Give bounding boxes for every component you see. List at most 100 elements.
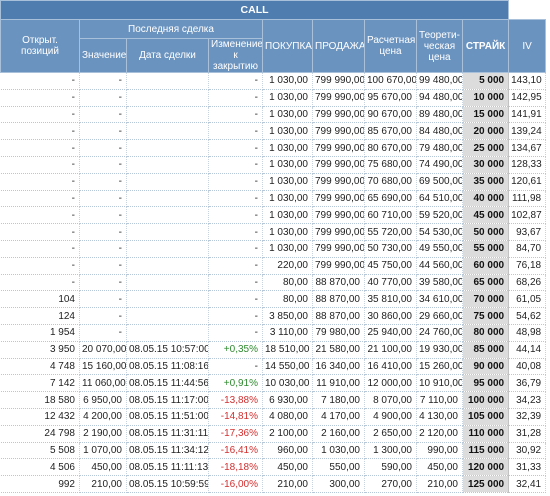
col-value[interactable]: Значение: [79, 38, 127, 73]
col-group-last-trade: Последняя сделка: [79, 19, 263, 39]
open-positions-cell: -: [0, 106, 80, 124]
buy-cell: 1 030,00: [262, 190, 313, 208]
table-row[interactable]: 12 432 4 200,00 08.05.15 11:51:00 -14,81% 4 …: [0, 408, 547, 426]
table-row[interactable]: ---1 030,00 799 990,00 75 680,00 74 490,00 3…: [0, 156, 547, 174]
iv-cell: 54,62: [508, 307, 547, 325]
last-value-cell: 11 060,00: [79, 374, 127, 393]
change-cell: +0,91%: [208, 374, 263, 393]
col-sell[interactable]: ПРОДАЖА: [312, 19, 365, 73]
open-positions-cell: -: [0, 257, 80, 275]
open-positions-cell: 7 142: [0, 374, 80, 393]
table-row[interactable]: ---1 030,00 799 990,00 60 710,00 59 520,00 4…: [0, 206, 547, 225]
calc-price-cell: 65 690,00: [364, 190, 417, 208]
iv-cell: 40,08: [508, 358, 547, 376]
last-value-cell: 15 160,00: [79, 358, 127, 376]
table-row[interactable]: - - -80,00 88 870,00 40 770,00 39 580,00 65 00…: [0, 274, 547, 292]
table-row[interactable]: 7 142 11 060,00 08.05.15 11:44:56 +0,91% 10 …: [0, 374, 547, 393]
open-positions-cell: 4 506: [0, 458, 80, 477]
table-row[interactable]: - - -220,00 799 990,00 45 750,00 44 560,00 60 …: [0, 257, 547, 275]
col-theor-price[interactable]: Теорети-ческая цена: [416, 19, 463, 73]
sell-cell: 799 990,00: [312, 173, 365, 191]
table-row[interactable]: ---1 030,00 799 990,00 65 690,00 64 510,00 4…: [0, 190, 547, 208]
trade-date-cell: [126, 290, 209, 309]
option-board: CALL Открыт. позиций Последняя сделка ПО…: [0, 0, 550, 496]
trade-date-cell: [126, 173, 209, 191]
col-strike[interactable]: СТРАЙК: [461, 19, 510, 73]
change-cell: -: [208, 358, 263, 376]
sell-cell: 799 990,00: [312, 257, 365, 275]
strike-cell: 55 000: [462, 240, 510, 258]
last-value-cell: -: [79, 156, 127, 174]
change-cell: -: [208, 324, 263, 342]
iv-cell: 84,70: [508, 240, 547, 258]
table-row[interactable]: 1 954- -3 110,00 79 980,00 25 940,00 24 760,…: [0, 324, 547, 342]
table-row[interactable]: 4 506 450,00 08.05.15 11:11:13 -18,18% 450,0…: [0, 458, 547, 477]
strike-cell: 90 000: [462, 358, 510, 376]
sell-cell: 799 990,00: [312, 122, 365, 141]
table-row[interactable]: ---1 030,00 799 990,00 50 730,00 49 550,00 5…: [0, 240, 547, 258]
call-header: CALL: [0, 0, 510, 20]
trade-date-cell: [126, 274, 209, 292]
change-cell: -: [208, 72, 263, 90]
last-value-cell: -: [79, 223, 127, 241]
buy-cell: 6 930,00: [262, 391, 313, 409]
col-iv[interactable]: IV: [508, 19, 547, 73]
last-value-cell: 20 070,00: [79, 341, 127, 359]
strike-cell: 15 000: [462, 106, 510, 124]
iv-cell: 76,18: [508, 257, 547, 275]
buy-cell: 2 100,00: [262, 425, 313, 443]
calc-price-cell: 590,00: [364, 458, 417, 477]
trade-date-cell: [126, 106, 209, 124]
table-row[interactable]: ---1 030,00 799 990,00 100 670,00 99 480,00…: [0, 72, 547, 90]
trade-date-cell: 08.05.15 10:59:59: [126, 475, 209, 493]
buy-cell: 14 550,00: [262, 358, 313, 376]
table-row[interactable]: 4 748 15 160,00 08.05.15 11:08:16-14 550,0…: [0, 358, 547, 376]
change-cell: -: [208, 173, 263, 191]
table-row[interactable]: 992 210,00 08.05.15 10:59:59 -16,00% 210,00 3…: [0, 475, 547, 493]
open-positions-cell: -: [0, 139, 80, 157]
calc-price-cell: 8 070,00: [364, 391, 417, 409]
table-row[interactable]: ---1 030,00 799 990,00 90 670,00 89 480,00 1…: [0, 106, 547, 124]
strike-cell: 25 000: [462, 139, 510, 157]
col-trade-date[interactable]: Дата сделки: [126, 38, 209, 73]
table-row[interactable]: 18 580 6 950,00 08.05.15 11:17:00 -13,88% 6 …: [0, 391, 547, 409]
table-row[interactable]: ---1 030,00 799 990,00 85 670,00 84 480,00 2…: [0, 122, 547, 141]
theor-price-cell: 54 530,00: [416, 223, 463, 241]
table-row[interactable]: ---1 030,00 799 990,00 80 670,00 79 480,00 2…: [0, 139, 547, 157]
buy-cell: 18 510,00: [262, 341, 313, 359]
open-positions-cell: -: [0, 89, 80, 107]
table-row[interactable]: 124- -3 850,00 88 870,00 30 860,00 29 660,00…: [0, 307, 547, 325]
last-value-cell: -: [79, 274, 127, 292]
calc-price-cell: 270,00: [364, 475, 417, 493]
iv-cell: 30,92: [508, 442, 547, 460]
open-positions-cell: 24 798: [0, 425, 80, 443]
calc-price-cell: 60 710,00: [364, 206, 417, 225]
last-value-cell: 450,00: [79, 458, 127, 477]
table-row[interactable]: 104- -80,00 88 870,00 35 810,00 34 610,00 70 …: [0, 290, 547, 309]
table-row[interactable]: ---1 030,00 799 990,00 95 670,00 94 480,00 1…: [0, 89, 547, 107]
col-buy[interactable]: ПОКУПКА: [262, 19, 313, 73]
theor-price-cell: 39 580,00: [416, 274, 463, 292]
table-row[interactable]: ---1 030,00 799 990,00 55 720,00 54 530,00 5…: [0, 223, 547, 241]
sell-cell: 79 980,00: [312, 324, 365, 342]
table-row[interactable]: 24 798 2 190,00 08.05.15 11:31:11 -17,36% 2 …: [0, 425, 547, 443]
strike-cell: 35 000: [462, 173, 510, 191]
theor-price-cell: 74 490,00: [416, 156, 463, 174]
strike-cell: 40 000: [462, 190, 510, 208]
table-row[interactable]: 5 508 1 070,00 08.05.15 11:34:12 -16,41% 960…: [0, 442, 547, 460]
table-row[interactable]: 3 950 20 070,00 08.05.15 10:57:00 +0,35% 18 …: [0, 341, 547, 359]
call-options-table: CALL Открыт. позиций Последняя сделка ПО…: [0, 0, 547, 493]
calc-price-cell: 100 670,00: [364, 72, 417, 90]
col-calc-price[interactable]: Расчетная цена: [364, 19, 417, 73]
buy-cell: 210,00: [262, 475, 313, 493]
col-change-close[interactable]: Изменение к закрытию: [208, 38, 263, 73]
trade-date-cell: 08.05.15 11:44:56: [126, 374, 209, 393]
theor-price-cell: 990,00: [416, 442, 463, 460]
last-value-cell: -: [79, 122, 127, 141]
buy-cell: 1 030,00: [262, 206, 313, 225]
sell-cell: 799 990,00: [312, 106, 365, 124]
buy-cell: 1 030,00: [262, 173, 313, 191]
theor-price-cell: 7 110,00: [416, 391, 463, 409]
col-open-positions[interactable]: Открыт. позиций: [0, 19, 80, 73]
table-row[interactable]: ---1 030,00 799 990,00 70 680,00 69 500,00 3…: [0, 173, 547, 191]
